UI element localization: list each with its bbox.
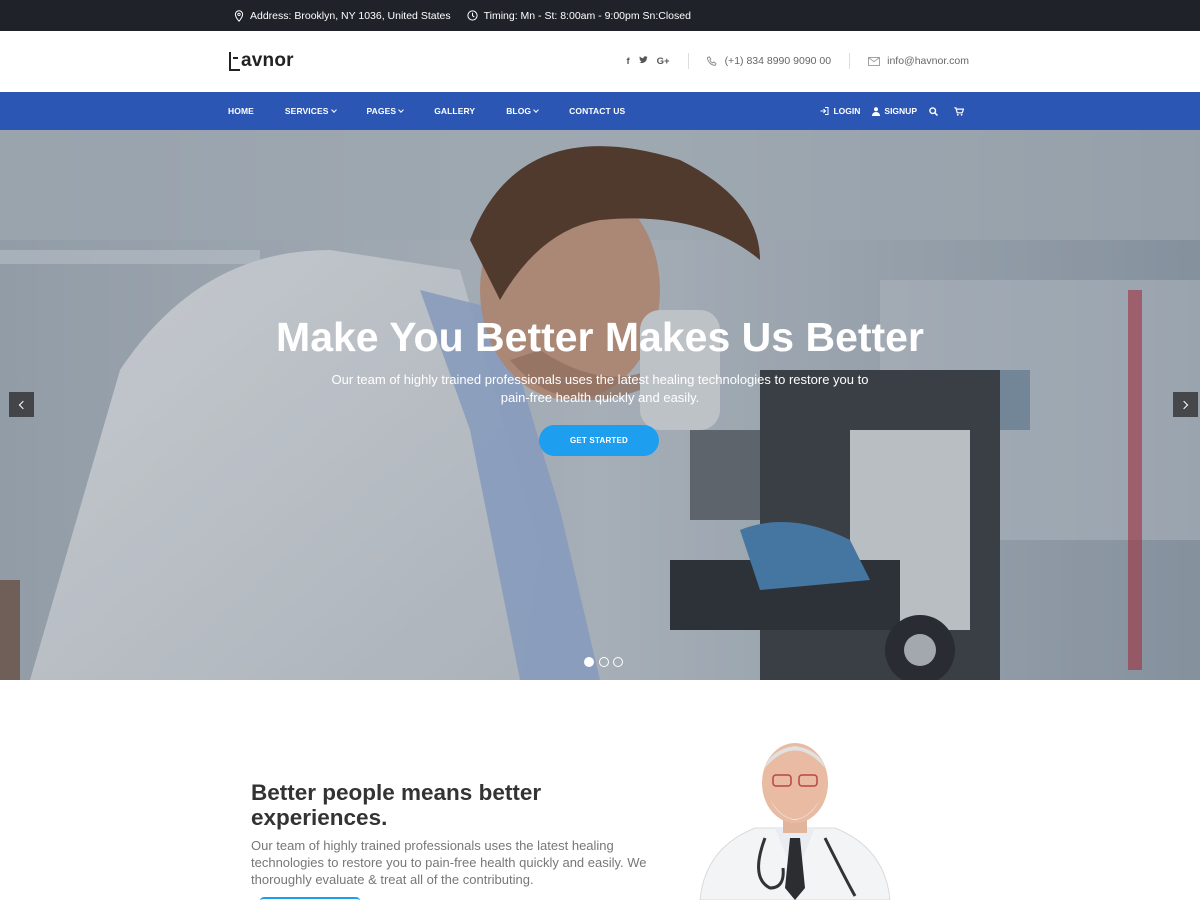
intro-section: Better people means better experiences. … — [0, 680, 1200, 900]
chevron-down-icon — [533, 106, 539, 113]
timing-item: Timing: Mn - St: 8:00am - 9:00pm Sn:Clos… — [466, 9, 691, 22]
phone-icon — [706, 55, 717, 66]
nav-menu: HOME SERVICES PAGES GALLERY BLOG CONTACT… — [228, 92, 656, 130]
nav-item-pages[interactable]: PAGES — [366, 106, 405, 116]
divider — [849, 53, 851, 69]
nav-item-label: BLOG — [506, 106, 532, 116]
address-text: Address: Brooklyn, NY 1036, United State… — [250, 9, 451, 22]
chevron-left-icon — [18, 400, 28, 409]
facebook-icon[interactable]: f — [626, 56, 629, 67]
search-icon — [929, 106, 938, 116]
intro-text: Our team of highly trained professionals… — [251, 838, 647, 887]
logo[interactable]: avnor — [229, 50, 294, 72]
phone-contact[interactable]: (+1) 834 8990 9090 00 — [706, 55, 832, 67]
nav-actions: LOGIN SIGNUP — [808, 92, 968, 130]
chevron-right-icon — [1179, 400, 1189, 409]
hero-slider: Make You Better Makes Us Better Our team… — [0, 130, 1200, 680]
address-item: Address: Brooklyn, NY 1036, United State… — [234, 10, 451, 22]
slider-dot-1[interactable] — [584, 657, 594, 667]
nav-item-label: HOME — [228, 106, 254, 116]
cart-icon — [954, 106, 964, 116]
nav-item-blog[interactable]: BLOG — [506, 106, 539, 116]
logo-text: avnor — [241, 50, 294, 71]
get-started-button[interactable]: GET STARTED — [539, 425, 659, 456]
hero-title: Make You Better Makes Us Better — [276, 314, 924, 360]
cart-button[interactable] — [954, 106, 968, 116]
header-contact: f G+ (+1) 834 8990 9090 00 info@havnor.c… — [617, 53, 969, 69]
nav-item-home[interactable]: HOME — [228, 106, 254, 116]
intro-title: Better people means better experiences. — [251, 780, 542, 830]
email-contact[interactable]: info@havnor.com — [868, 55, 969, 67]
nav-item-gallery[interactable]: GALLERY — [434, 106, 475, 116]
clock-icon — [466, 10, 478, 21]
login-label: LOGIN — [833, 106, 861, 116]
slider-prev-button[interactable] — [9, 392, 34, 417]
timing-text: Timing: Mn - St: 8:00am - 9:00pm Sn:Clos… — [483, 9, 691, 22]
signup-label: SIGNUP — [884, 106, 917, 116]
main-navigation: HOME SERVICES PAGES GALLERY BLOG CONTACT… — [0, 92, 1200, 130]
divider — [687, 53, 689, 69]
map-pin-icon — [234, 9, 244, 22]
site-header: avnor f G+ (+1) 834 8990 9090 00 info@ha… — [0, 31, 1200, 92]
social-links: f G+ — [617, 56, 669, 67]
twitter-icon[interactable] — [638, 55, 648, 67]
login-icon — [820, 107, 829, 115]
logo-mark-icon — [229, 51, 240, 71]
nav-item-services[interactable]: SERVICES — [284, 106, 337, 116]
signup-link[interactable]: SIGNUP — [872, 106, 917, 116]
hero-subtitle: Our team of highly trained professionals… — [331, 372, 869, 405]
chevron-down-icon — [330, 106, 337, 113]
slider-next-button[interactable] — [1173, 392, 1198, 417]
doctor-image — [699, 743, 891, 900]
google-plus-icon[interactable]: G+ — [657, 56, 670, 67]
slider-dot-2[interactable] — [598, 657, 609, 667]
user-icon — [872, 106, 881, 116]
search-button[interactable] — [929, 106, 942, 116]
slider-dot-3[interactable] — [613, 657, 623, 667]
login-link[interactable]: LOGIN — [820, 106, 860, 116]
nav-item-label: GALLERY — [434, 106, 476, 116]
chevron-down-icon — [398, 106, 405, 113]
nav-item-contact-us[interactable]: CONTACT US — [569, 106, 625, 116]
top-info-bar: Address: Brooklyn, NY 1036, United State… — [0, 0, 1200, 31]
envelope-icon — [868, 56, 881, 66]
nav-item-label: PAGES — [366, 106, 397, 116]
email-text: info@havnor.com — [887, 55, 969, 67]
nav-item-label: SERVICES — [284, 106, 329, 116]
slider-dots — [584, 657, 628, 667]
phone-text: (+1) 834 8990 9090 00 — [724, 55, 832, 67]
nav-item-label: CONTACT US — [569, 106, 626, 116]
